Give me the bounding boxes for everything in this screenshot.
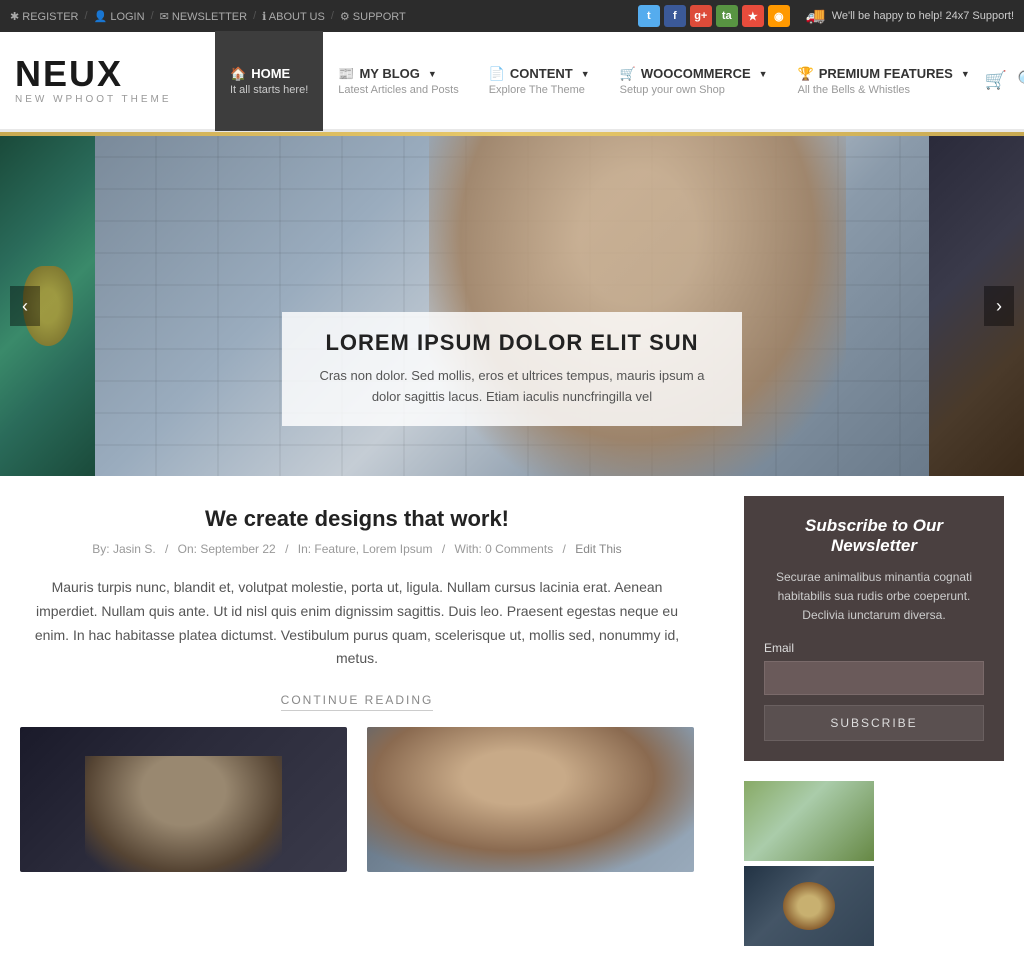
premium-arrow: ▼ bbox=[961, 69, 970, 79]
thumb-person-2 bbox=[367, 727, 694, 872]
newsletter-link[interactable]: ✉ NEWSLETTER bbox=[160, 10, 247, 23]
slider-main: LOREM IPSUM DOLOR ELIT SUN Cras non dolo… bbox=[95, 136, 929, 476]
about-link[interactable]: ℹ ABOUT US bbox=[262, 10, 325, 23]
meta-on: On: September 22 bbox=[178, 542, 276, 556]
continue-reading: CONTINUE READING bbox=[20, 691, 694, 707]
meta-sep3: / bbox=[442, 542, 449, 556]
gallery-image-2 bbox=[744, 866, 874, 946]
search-icon[interactable]: 🔍 bbox=[1017, 70, 1024, 91]
meta-sep4: / bbox=[563, 542, 570, 556]
support-message: 🚚 We'll be happy to help! 24x7 Support! bbox=[806, 6, 1014, 26]
home-icon: 🏠 bbox=[230, 66, 246, 82]
blog-arrow: ▼ bbox=[428, 69, 437, 79]
nav-blog-label: MY BLOG bbox=[359, 66, 419, 81]
google-icon[interactable]: g+ bbox=[690, 5, 712, 27]
nav-home[interactable]: 🏠 HOME It all starts here! bbox=[215, 31, 323, 131]
nav-home-label: HOME bbox=[251, 66, 290, 81]
register-link[interactable]: ✱ REGISTER bbox=[10, 10, 79, 23]
newsletter-box: Subscribe to Our Newsletter Securae anim… bbox=[744, 496, 1004, 761]
nav-woo-sublabel: Setup your own Shop bbox=[620, 84, 768, 96]
main-content: We create designs that work! By: Jasin S… bbox=[0, 476, 1024, 966]
nav-home-sublabel: It all starts here! bbox=[230, 84, 308, 96]
gallery-image-1 bbox=[744, 781, 874, 861]
continue-link[interactable]: CONTINUE READING bbox=[281, 693, 434, 711]
content-arrow: ▼ bbox=[581, 69, 590, 79]
twitter-icon[interactable]: t bbox=[638, 5, 660, 27]
meta-sep2: / bbox=[285, 542, 292, 556]
meta-sep1: / bbox=[165, 542, 172, 556]
star-icon[interactable]: ★ bbox=[742, 5, 764, 27]
nav-content-label: CONTENT bbox=[510, 66, 573, 81]
nav-premium-sublabel: All the Bells & Whistles bbox=[798, 84, 970, 96]
top-bar: ✱ REGISTER / 👤 LOGIN / ✉ NEWSLETTER / ℹ … bbox=[0, 0, 1024, 32]
slider-right-panel: › bbox=[929, 136, 1024, 476]
facebook-icon[interactable]: f bbox=[664, 5, 686, 27]
meta-in: In: Feature, Lorem Ipsum bbox=[298, 542, 433, 556]
nav-content[interactable]: 📄 CONTENT ▼ Explore The Theme bbox=[474, 31, 605, 131]
slider-text: Cras non dolor. Sed mollis, eros et ultr… bbox=[312, 366, 712, 408]
content-icon: 📄 bbox=[489, 66, 505, 82]
blog-icon: 📰 bbox=[338, 66, 354, 82]
nav-woocommerce[interactable]: 🛒 WOOCOMMERCE ▼ Setup your own Shop bbox=[605, 31, 783, 131]
slider-left-panel: ‹ bbox=[0, 136, 95, 476]
logo-area: NEUX NEW WPHOOT THEME bbox=[15, 56, 215, 105]
logo-tagline: NEW WPHOOT THEME bbox=[15, 94, 215, 105]
nav-icons-right: 🛒 🔍 bbox=[985, 31, 1024, 131]
truck-icon: 🚚 bbox=[806, 6, 826, 26]
nav-content-sublabel: Explore The Theme bbox=[489, 84, 590, 96]
sidebar: Subscribe to Our Newsletter Securae anim… bbox=[724, 476, 1024, 966]
sep3: / bbox=[253, 10, 256, 22]
slider-section: ‹ LOREM IPSUM DOLOR ELIT SUN Cras non do… bbox=[0, 136, 1024, 476]
rss-icon[interactable]: ◉ bbox=[768, 5, 790, 27]
sep4: / bbox=[331, 10, 334, 22]
woo-arrow: ▼ bbox=[759, 69, 768, 79]
article-body: Mauris turpis nunc, blandit et, volutpat… bbox=[20, 576, 694, 671]
nav-premium[interactable]: 🏆 PREMIUM FEATURES ▼ All the Bells & Whi… bbox=[783, 31, 985, 131]
top-bar-links: ✱ REGISTER / 👤 LOGIN / ✉ NEWSLETTER / ℹ … bbox=[10, 10, 406, 23]
logo-title[interactable]: NEUX bbox=[15, 56, 215, 92]
slider-prev-button[interactable]: ‹ bbox=[10, 286, 40, 326]
posts-row bbox=[20, 727, 694, 872]
article-meta: By: Jasin S. / On: September 22 / In: Fe… bbox=[20, 542, 694, 556]
post-thumb-2[interactable] bbox=[367, 727, 694, 872]
cart-icon[interactable]: 🛒 bbox=[985, 70, 1007, 91]
post-thumb-1[interactable] bbox=[20, 727, 347, 872]
header: NEUX NEW WPHOOT THEME 🏠 HOME It all star… bbox=[0, 32, 1024, 132]
slider-caption: LOREM IPSUM DOLOR ELIT SUN Cras non dolo… bbox=[282, 312, 742, 426]
email-label: Email bbox=[764, 641, 984, 655]
content-area: We create designs that work! By: Jasin S… bbox=[0, 476, 724, 966]
nav-blog-sublabel: Latest Articles and Posts bbox=[338, 84, 458, 96]
thumb-person-1 bbox=[85, 756, 281, 872]
support-link[interactable]: ⚙ SUPPORT bbox=[340, 10, 406, 23]
login-link[interactable]: 👤 LOGIN bbox=[94, 10, 145, 23]
slider-next-button[interactable]: › bbox=[984, 286, 1014, 326]
social-icons: t f g+ ta ★ ◉ bbox=[638, 5, 790, 27]
sep2: / bbox=[151, 10, 154, 22]
sidebar-gallery bbox=[744, 781, 1004, 946]
meta-with: With: 0 Comments bbox=[455, 542, 554, 556]
main-nav: 🏠 HOME It all starts here! 📰 MY BLOG ▼ L… bbox=[215, 31, 1024, 131]
newsletter-title: Subscribe to Our Newsletter bbox=[764, 516, 984, 556]
support-text: We'll be happy to help! 24x7 Support! bbox=[832, 10, 1014, 22]
email-input[interactable] bbox=[764, 661, 984, 695]
nav-premium-label: PREMIUM FEATURES bbox=[819, 66, 953, 81]
subscribe-button[interactable]: SUBSCRIBE bbox=[764, 705, 984, 741]
top-bar-right: t f g+ ta ★ ◉ 🚚 We'll be happy to help! … bbox=[638, 5, 1014, 27]
slider-title: LOREM IPSUM DOLOR ELIT SUN bbox=[312, 330, 712, 356]
gallery-thumb-2[interactable] bbox=[744, 866, 874, 946]
woo-icon: 🛒 bbox=[620, 66, 636, 82]
premium-icon: 🏆 bbox=[798, 66, 814, 82]
nav-woo-label: WOOCOMMERCE bbox=[641, 66, 751, 81]
article-title: We create designs that work! bbox=[20, 506, 694, 532]
meta-by: By: Jasin S. bbox=[92, 542, 155, 556]
newsletter-desc: Securae animalibus minantia cognati habi… bbox=[764, 568, 984, 626]
sep1: / bbox=[85, 10, 88, 22]
gallery-thumb-1[interactable] bbox=[744, 781, 874, 861]
tripadvisor-icon[interactable]: ta bbox=[716, 5, 738, 27]
meta-edit[interactable]: Edit This bbox=[575, 542, 621, 556]
nav-myblog[interactable]: 📰 MY BLOG ▼ Latest Articles and Posts bbox=[323, 31, 473, 131]
